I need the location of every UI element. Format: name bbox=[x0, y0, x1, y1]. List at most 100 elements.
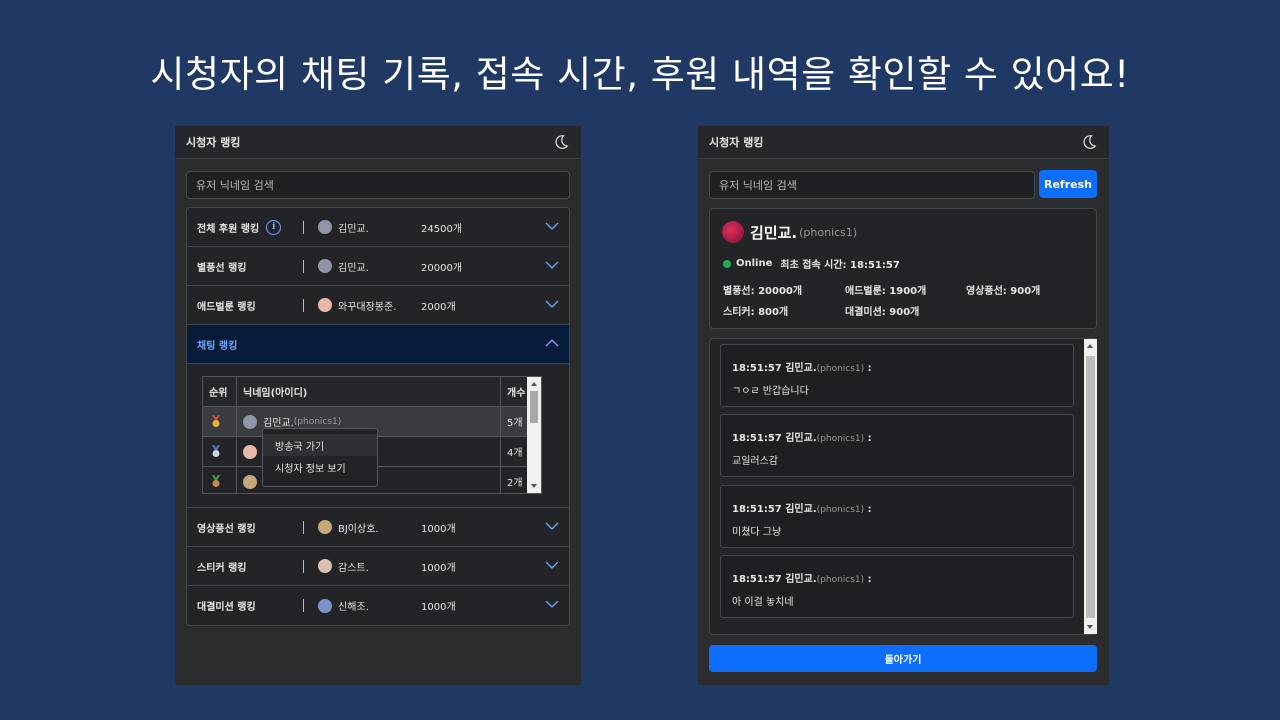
accordion-item-label: 영상풍선 랭킹 bbox=[197, 523, 256, 535]
gold-medal-icon bbox=[212, 415, 220, 427]
scroll-up-arrow-icon[interactable] bbox=[531, 382, 537, 386]
status-text: Online bbox=[736, 258, 773, 269]
chat-message: 18:51:57 김민교.(phonics1) : 미쳤다 그냥 bbox=[720, 485, 1074, 548]
accordion-item-sticker[interactable]: 스티커 랭킹 감스트. 1000개 bbox=[187, 547, 569, 586]
avatar bbox=[243, 414, 257, 429]
top-user-name: BJ이상호. bbox=[338, 523, 379, 535]
top-user-name: 신해조. bbox=[338, 602, 369, 613]
top-user-count: 24500개 bbox=[421, 223, 463, 235]
refresh-button[interactable]: Refresh bbox=[1039, 170, 1097, 198]
search-input[interactable] bbox=[709, 171, 1035, 199]
chevron-down-icon bbox=[545, 300, 559, 308]
message-user-id: (phonics1) bbox=[816, 434, 865, 444]
chat-ranking-body: 순위 닉네임(아이디) 개수 김민교. (phonics1) 5개 4개 2개 bbox=[187, 364, 569, 508]
moon-icon[interactable] bbox=[1081, 134, 1097, 150]
ranking-panel-left: 시청자 랭킹 전체 후원 랭킹 i 김민교. 24500개 별풍선 랭킹 김민교.… bbox=[175, 126, 581, 685]
stat-ad-balloon: 애드벌룬: 1900개 bbox=[845, 286, 927, 297]
chat-message: 18:51:57 김민교.(phonics1) : 교일러스감 bbox=[720, 414, 1074, 477]
message-nickname: 김민교. bbox=[785, 363, 817, 374]
moon-icon[interactable] bbox=[553, 134, 569, 150]
message-time: 18:51:57 bbox=[732, 504, 782, 515]
panel-title: 시청자 랭킹 bbox=[186, 136, 241, 149]
accordion-item-ad-balloon[interactable]: 애드벌룬 랭킹 와꾸대장봉준. 2000개 bbox=[187, 286, 569, 325]
accordion-item-video-balloon[interactable]: 영상풍선 랭킹 BJ이상호. 1000개 bbox=[187, 508, 569, 547]
avatar bbox=[318, 598, 332, 613]
stat-video-balloon: 영상풍선: 900개 bbox=[966, 286, 1041, 297]
chevron-down-icon bbox=[545, 261, 559, 269]
accordion-item-label: 대결미션 랭킹 bbox=[197, 602, 256, 613]
accordion-item-chat[interactable]: 채팅 랭킹 bbox=[187, 325, 569, 364]
menu-item-view-viewer-info[interactable]: 시청자 정보 보기 bbox=[263, 456, 377, 478]
info-icon[interactable]: i bbox=[266, 219, 282, 235]
first-seen-time: 최초 접속 시간: 18:51:57 bbox=[780, 260, 900, 271]
accordion-item-label: 별풍선 랭킹 bbox=[197, 262, 247, 274]
accordion-item-label: 전체 후원 랭킹 bbox=[197, 223, 260, 235]
message-separator: : bbox=[867, 504, 872, 515]
message-time: 18:51:57 bbox=[732, 574, 782, 585]
message-time: 18:51:57 bbox=[732, 433, 782, 444]
stat-battle-mission: 대결미션: 900개 bbox=[845, 307, 920, 318]
back-button[interactable]: 돌아가기 bbox=[709, 645, 1097, 672]
ranking-accordion: 전체 후원 랭킹 i 김민교. 24500개 별풍선 랭킹 김민교. 20000개… bbox=[186, 207, 570, 626]
top-user-count: 1000개 bbox=[421, 562, 456, 574]
avatar bbox=[243, 474, 257, 489]
chat-scrollbar[interactable] bbox=[1084, 339, 1097, 634]
message-separator: : bbox=[867, 433, 872, 444]
profile-user-id: (phonics1) bbox=[799, 225, 858, 239]
bronze-medal-icon bbox=[212, 475, 220, 487]
avatar bbox=[722, 221, 744, 243]
top-user-count: 1000개 bbox=[421, 602, 456, 613]
scrollbar-thumb[interactable] bbox=[1086, 356, 1095, 618]
panel-title: 시청자 랭킹 bbox=[709, 136, 764, 149]
row-nickname: 김민교. bbox=[263, 418, 294, 429]
message-nickname: 김민교. bbox=[785, 504, 817, 515]
top-user-name: 김민교. bbox=[338, 223, 369, 235]
message-separator: : bbox=[867, 574, 872, 585]
avatar bbox=[318, 559, 332, 573]
top-user-name: 김민교. bbox=[338, 262, 369, 274]
message-text: ㄱㅇㄹ 반갑습니다 bbox=[732, 386, 809, 397]
search-input[interactable] bbox=[186, 171, 570, 199]
top-user-count: 1000개 bbox=[421, 523, 456, 535]
ranking-panel-right: 시청자 랭킹 Refresh 김민교. (phonics1) Online 최초… bbox=[698, 126, 1109, 685]
row-user-id: (phonics1) bbox=[293, 416, 342, 427]
row-count: 2개 bbox=[507, 478, 523, 489]
top-user-count: 20000개 bbox=[421, 262, 463, 274]
viewer-profile-card: 김민교. (phonics1) Online 최초 접속 시간: 18:51:5… bbox=[709, 208, 1097, 329]
scroll-down-arrow-icon[interactable] bbox=[1087, 625, 1093, 629]
message-text: 아 이걸 놓치네 bbox=[732, 597, 794, 608]
divider bbox=[303, 259, 304, 273]
scroll-down-arrow-icon[interactable] bbox=[531, 484, 537, 488]
chevron-down-icon bbox=[545, 522, 559, 530]
accordion-item-total[interactable]: 전체 후원 랭킹 i 김민교. 24500개 bbox=[187, 208, 569, 247]
chevron-down-icon bbox=[545, 600, 559, 608]
message-time: 18:51:57 bbox=[732, 363, 782, 374]
panel-header: 시청자 랭킹 bbox=[175, 126, 581, 159]
scrollbar-thumb[interactable] bbox=[530, 391, 538, 423]
page-headline: 시청자의 채팅 기록, 접속 시간, 후원 내역을 확인할 수 있어요! bbox=[150, 53, 1130, 96]
top-user-count: 2000개 bbox=[421, 301, 456, 313]
message-user-id: (phonics1) bbox=[816, 575, 865, 585]
message-separator: : bbox=[867, 363, 872, 374]
accordion-item-battle-mission[interactable]: 대결미션 랭킹 신해조. 1000개 bbox=[187, 586, 569, 625]
online-status-icon bbox=[723, 259, 731, 268]
accordion-item-label: 채팅 랭킹 bbox=[197, 340, 238, 352]
table-scrollbar[interactable] bbox=[527, 377, 541, 493]
scroll-up-arrow-icon[interactable] bbox=[1087, 344, 1093, 348]
avatar bbox=[318, 259, 332, 273]
divider bbox=[303, 520, 304, 534]
stat-sticker: 스티커: 800개 bbox=[723, 307, 789, 318]
accordion-item-star-balloon[interactable]: 별풍선 랭킹 김민교. 20000개 bbox=[187, 247, 569, 286]
divider bbox=[303, 559, 304, 573]
avatar bbox=[318, 298, 332, 312]
message-user-id: (phonics1) bbox=[816, 505, 865, 515]
avatar bbox=[318, 220, 332, 234]
avatar bbox=[318, 520, 332, 534]
menu-item-go-to-channel[interactable]: 방송국 가기 bbox=[263, 434, 377, 456]
message-nickname: 김민교. bbox=[785, 433, 817, 444]
profile-name: 김민교. bbox=[750, 223, 798, 242]
stat-star-balloon: 별풍선: 20000개 bbox=[723, 286, 803, 297]
panel-header: 시청자 랭킹 bbox=[698, 126, 1109, 159]
row-count: 4개 bbox=[507, 448, 523, 459]
row-count: 5개 bbox=[507, 418, 523, 429]
